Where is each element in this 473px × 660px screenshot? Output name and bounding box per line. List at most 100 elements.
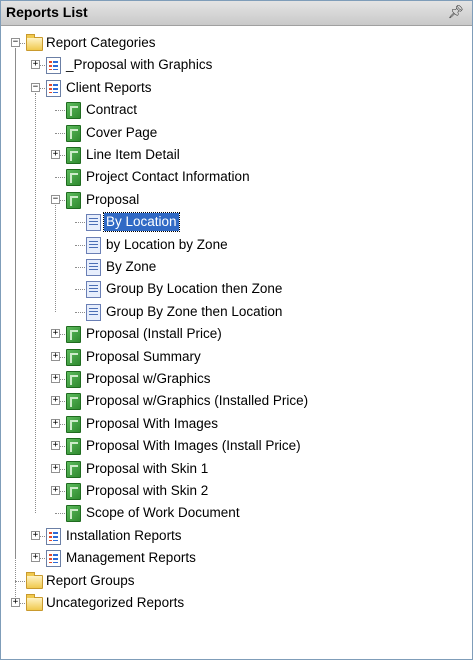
expand-icon[interactable]: + — [51, 418, 60, 428]
tree-node-label[interactable]: Report Groups — [44, 572, 137, 590]
tree-node[interactable]: + Installation Reports — [1, 525, 461, 547]
collapse-icon[interactable]: − — [11, 38, 20, 47]
tree-node[interactable]: + Proposal With Images — [1, 413, 461, 435]
report-icon — [66, 438, 81, 456]
report-layout-icon — [86, 259, 101, 276]
tree-node-label[interactable]: Proposal with Skin 1 — [84, 460, 210, 478]
tree-node[interactable]: By Location — [1, 211, 461, 233]
expand-icon[interactable]: + — [11, 598, 20, 607]
report-icon — [66, 124, 81, 142]
tree-node[interactable]: + Proposal with Skin 1 — [1, 458, 461, 480]
tree-node-label[interactable]: Management Reports — [64, 549, 198, 567]
expand-icon[interactable]: + — [51, 150, 60, 159]
tree-node-label[interactable]: Contract — [84, 101, 139, 119]
tree-node[interactable]: by Location by Zone — [1, 234, 461, 256]
folder-icon — [26, 571, 43, 589]
tree-node-label[interactable]: Report Categories — [44, 34, 158, 52]
tree-node-label[interactable]: Proposal w/Graphics (Installed Price) — [84, 392, 310, 410]
report-category-icon — [46, 57, 61, 75]
tree-node[interactable]: By Zone — [1, 256, 461, 278]
tree-node-label[interactable]: Proposal With Images — [84, 415, 220, 433]
tree-node-label[interactable]: Uncategorized Reports — [44, 594, 186, 612]
tree-node-label[interactable]: Cover Page — [84, 124, 159, 142]
expand-icon[interactable]: + — [51, 441, 60, 451]
report-icon — [66, 169, 81, 187]
tree-node-label[interactable]: Proposal (Install Price) — [84, 325, 224, 343]
report-icon — [66, 460, 81, 478]
report-icon — [66, 191, 81, 209]
tree-node-label[interactable]: Project Contact Information — [84, 168, 252, 186]
report-icon — [66, 505, 81, 523]
tree-node[interactable]: + Proposal With Images (Install Price) — [1, 435, 461, 457]
tree-connector-line — [75, 311, 85, 313]
pin-icon[interactable]: 📌︎ — [447, 4, 464, 20]
tree-node-label[interactable]: Group By Zone then Location — [104, 303, 284, 321]
expand-icon[interactable]: + — [51, 329, 60, 339]
tree-node-label[interactable]: Proposal w/Graphics — [84, 370, 213, 388]
tree-connector-line — [55, 513, 65, 515]
tree-node-label[interactable]: Line Item Detail — [84, 146, 182, 164]
tree-node[interactable]: + Uncategorized Reports — [1, 592, 461, 614]
tree-node-label[interactable]: Installation Reports — [64, 527, 184, 545]
report-icon — [66, 348, 81, 366]
tree-node-label[interactable]: By Location — [103, 212, 180, 233]
tree-node[interactable]: Report Groups — [1, 570, 461, 592]
tree-node[interactable]: Project Contact Information — [1, 166, 461, 188]
collapse-icon[interactable]: − — [31, 82, 40, 92]
tree-node[interactable]: + _Proposal with Graphics — [1, 54, 461, 76]
tree-node[interactable]: Scope of Work Document — [1, 502, 461, 524]
tree-node[interactable]: + Management Reports — [1, 547, 461, 569]
tree-node[interactable]: + Line Item Detail — [1, 144, 461, 166]
expand-icon[interactable]: + — [51, 463, 60, 473]
tree-node[interactable]: Contract — [1, 99, 461, 121]
report-icon — [66, 483, 81, 500]
tree-node-label[interactable]: Client Reports — [64, 79, 154, 97]
tree-node[interactable]: + Proposal (Install Price) — [1, 323, 461, 345]
expand-icon[interactable]: + — [31, 553, 40, 563]
tree-node[interactable]: Cover Page — [1, 122, 461, 144]
tree-node-label[interactable]: Proposal With Images (Install Price) — [84, 437, 303, 455]
tree-connector-line — [75, 267, 85, 268]
tree-connector-line — [75, 244, 85, 246]
tree-node-label[interactable]: Proposal with Skin 2 — [84, 482, 210, 500]
collapse-icon[interactable]: − — [51, 194, 60, 204]
reports-list-panel: Reports List 📌︎ − Report Categories + _Prop… — [0, 0, 473, 660]
reports-tree: − Report Categories + _Proposal with Graphi… — [1, 26, 472, 659]
report-category-icon — [46, 79, 61, 97]
tree-node[interactable]: Group By Location then Zone — [1, 278, 461, 300]
expand-icon[interactable]: + — [51, 351, 60, 361]
tree-node-label[interactable]: Proposal Summary — [84, 348, 203, 366]
panel-titlebar: Reports List 📌︎ — [1, 1, 472, 26]
tree-node[interactable]: + Proposal with Skin 2 — [1, 480, 461, 502]
folder-icon — [26, 594, 43, 611]
tree-node-label[interactable]: Scope of Work Document — [84, 504, 242, 522]
tree-connector-line — [75, 289, 85, 291]
tree-connector-line — [55, 177, 65, 179]
tree-node[interactable]: − Proposal — [1, 189, 461, 211]
tree-node[interactable]: Group By Zone then Location — [1, 301, 461, 323]
tree-node-label[interactable]: by Location by Zone — [104, 236, 230, 254]
expand-icon[interactable]: + — [51, 486, 60, 495]
tree-node[interactable]: + Proposal w/Graphics (Installed Price) — [1, 390, 461, 412]
report-layout-icon — [86, 281, 101, 299]
tree-node[interactable]: + Proposal w/Graphics — [1, 368, 461, 390]
report-icon — [66, 393, 81, 411]
panel-title: Reports List — [6, 4, 88, 20]
tree-connector-line — [55, 132, 65, 134]
tree-connector-line — [15, 580, 25, 582]
tree-node-label[interactable]: Group By Location then Zone — [104, 280, 284, 298]
expand-icon[interactable]: + — [51, 374, 60, 383]
expand-icon[interactable]: + — [31, 530, 40, 540]
tree-node[interactable]: − Client Reports — [1, 77, 461, 99]
report-category-icon — [46, 550, 61, 568]
tree-node[interactable]: − Report Categories — [1, 32, 461, 54]
tree-node[interactable]: + Proposal Summary — [1, 346, 461, 368]
report-layout-icon — [86, 214, 101, 232]
report-layout-icon — [86, 303, 101, 321]
report-icon — [66, 326, 81, 344]
tree-node-label[interactable]: Proposal — [84, 191, 141, 209]
expand-icon[interactable]: + — [31, 60, 40, 70]
expand-icon[interactable]: + — [51, 396, 60, 406]
tree-node-label[interactable]: By Zone — [104, 258, 158, 276]
tree-node-label[interactable]: _Proposal with Graphics — [64, 56, 214, 74]
